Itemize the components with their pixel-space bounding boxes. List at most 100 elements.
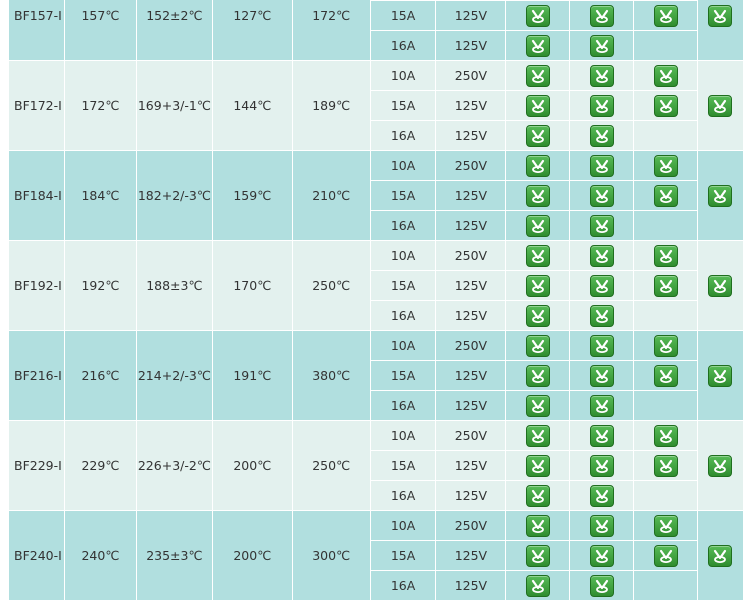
certification-mark-icon — [525, 154, 550, 177]
certification-cell — [569, 300, 635, 331]
voltage-rating-cell: 125V — [435, 360, 507, 391]
certification-cell — [505, 390, 571, 421]
voltage-rating-cell: 125V — [435, 270, 507, 301]
certification-mark-icon — [589, 364, 614, 387]
temperature-cell-1: 216℃ — [63, 330, 137, 421]
certification-cell — [569, 540, 635, 571]
voltage-rating-cell: 125V — [435, 450, 507, 481]
certification-mark-icon — [589, 484, 614, 507]
certification-mark-icon — [653, 364, 678, 387]
temperature-cell-2: 169+3/-1℃ — [135, 60, 213, 151]
certification-cell — [569, 510, 635, 541]
certification-mark-icon — [653, 154, 678, 177]
voltage-rating-cell: 125V — [435, 120, 507, 151]
certification-cell — [505, 540, 571, 571]
certification-mark-icon — [525, 424, 550, 447]
temperature-cell-3: 200℃ — [211, 510, 293, 601]
temperature-cell-2: 214+2/-3℃ — [135, 330, 213, 421]
certification-cell — [505, 480, 571, 511]
temperature-cell-3: 200℃ — [211, 420, 293, 511]
temperature-cell-3: 170℃ — [211, 240, 293, 331]
voltage-rating-cell: 250V — [435, 240, 507, 271]
certification-mark-icon — [589, 274, 614, 297]
certification-cell — [633, 420, 698, 451]
certification-mark-icon — [653, 514, 678, 537]
voltage-rating-cell: 125V — [435, 90, 507, 121]
voltage-rating-cell: 250V — [435, 60, 507, 91]
certification-cell — [505, 210, 571, 241]
voltage-rating-cell: 125V — [435, 570, 507, 601]
temperature-cell-1: 172℃ — [63, 60, 137, 151]
certification-cell — [633, 210, 698, 241]
current-rating-cell: 16A — [369, 300, 437, 331]
certification-cell — [569, 360, 635, 391]
certification-cell — [569, 330, 635, 361]
certification-cell — [633, 180, 698, 211]
voltage-rating-cell: 250V — [435, 150, 507, 181]
certification-mark-icon — [525, 454, 550, 477]
temperature-cell-1: 240℃ — [63, 510, 137, 601]
certification-cell — [505, 60, 571, 91]
certification-mark-icon — [525, 64, 550, 87]
certification-cell — [633, 330, 698, 361]
certification-cell — [633, 570, 698, 601]
temperature-cell-2: 226+3/-2℃ — [135, 420, 213, 511]
certification-cell — [505, 330, 571, 361]
table-row: BF184-I 184℃ 182+2/-3℃ 159℃ 210℃ 10A 250V — [8, 150, 744, 241]
certification-cell — [505, 30, 571, 61]
voltage-rating-cell: 125V — [435, 480, 507, 511]
certification-cell — [633, 90, 698, 121]
certification-cell-group — [696, 330, 744, 421]
temperature-cell-4: 250℃ — [291, 420, 371, 511]
certification-mark-icon — [525, 544, 550, 567]
certification-cell-group — [696, 0, 744, 61]
certification-cell — [633, 0, 698, 31]
certification-cell-group — [696, 150, 744, 241]
voltage-rating-cell: 125V — [435, 300, 507, 331]
current-rating-cell: 15A — [369, 450, 437, 481]
certification-cell — [569, 240, 635, 271]
current-rating-cell: 10A — [369, 150, 437, 181]
certification-mark-icon — [589, 94, 614, 117]
certification-cell — [569, 90, 635, 121]
certification-cell — [569, 0, 635, 31]
certification-mark-icon — [589, 124, 614, 147]
model-cell: BF240-I — [8, 510, 65, 601]
temperature-cell-4: 300℃ — [291, 510, 371, 601]
certification-cell-group — [696, 420, 744, 511]
temperature-cell-3: 127℃ — [211, 0, 293, 61]
certification-mark-icon — [589, 34, 614, 57]
certification-cell — [505, 270, 571, 301]
certification-cell-group — [696, 60, 744, 151]
model-cell: BF157-I — [8, 0, 65, 61]
model-cell: BF184-I — [8, 150, 65, 241]
temperature-cell-4: 189℃ — [291, 60, 371, 151]
certification-cell — [569, 570, 635, 601]
certification-mark-icon — [525, 274, 550, 297]
certification-mark-icon — [589, 304, 614, 327]
certification-mark-icon — [525, 184, 550, 207]
voltage-rating-cell: 125V — [435, 210, 507, 241]
certification-mark-icon — [525, 514, 550, 537]
voltage-rating-cell: 125V — [435, 390, 507, 421]
product-spec-table-container: BF157-I157℃152±2℃127℃172℃10A250V15A125V1… — [8, 0, 744, 601]
current-rating-cell: 10A — [369, 240, 437, 271]
certification-mark-icon — [525, 214, 550, 237]
certification-mark-icon — [708, 454, 733, 477]
certification-mark-icon — [525, 304, 550, 327]
certification-mark-icon — [708, 274, 733, 297]
certification-cell-group — [696, 510, 744, 601]
certification-cell — [633, 510, 698, 541]
voltage-rating-cell: 125V — [435, 30, 507, 61]
certification-cell — [505, 150, 571, 181]
temperature-cell-2: 152±2℃ — [135, 0, 213, 61]
certification-cell — [505, 420, 571, 451]
certification-mark-icon — [589, 154, 614, 177]
certification-mark-icon — [525, 124, 550, 147]
certification-cell — [569, 450, 635, 481]
current-rating-cell: 16A — [369, 120, 437, 151]
certification-mark-icon — [589, 214, 614, 237]
certification-mark-icon — [708, 364, 733, 387]
model-cell: BF172-I — [8, 60, 65, 151]
certification-mark-icon — [589, 394, 614, 417]
